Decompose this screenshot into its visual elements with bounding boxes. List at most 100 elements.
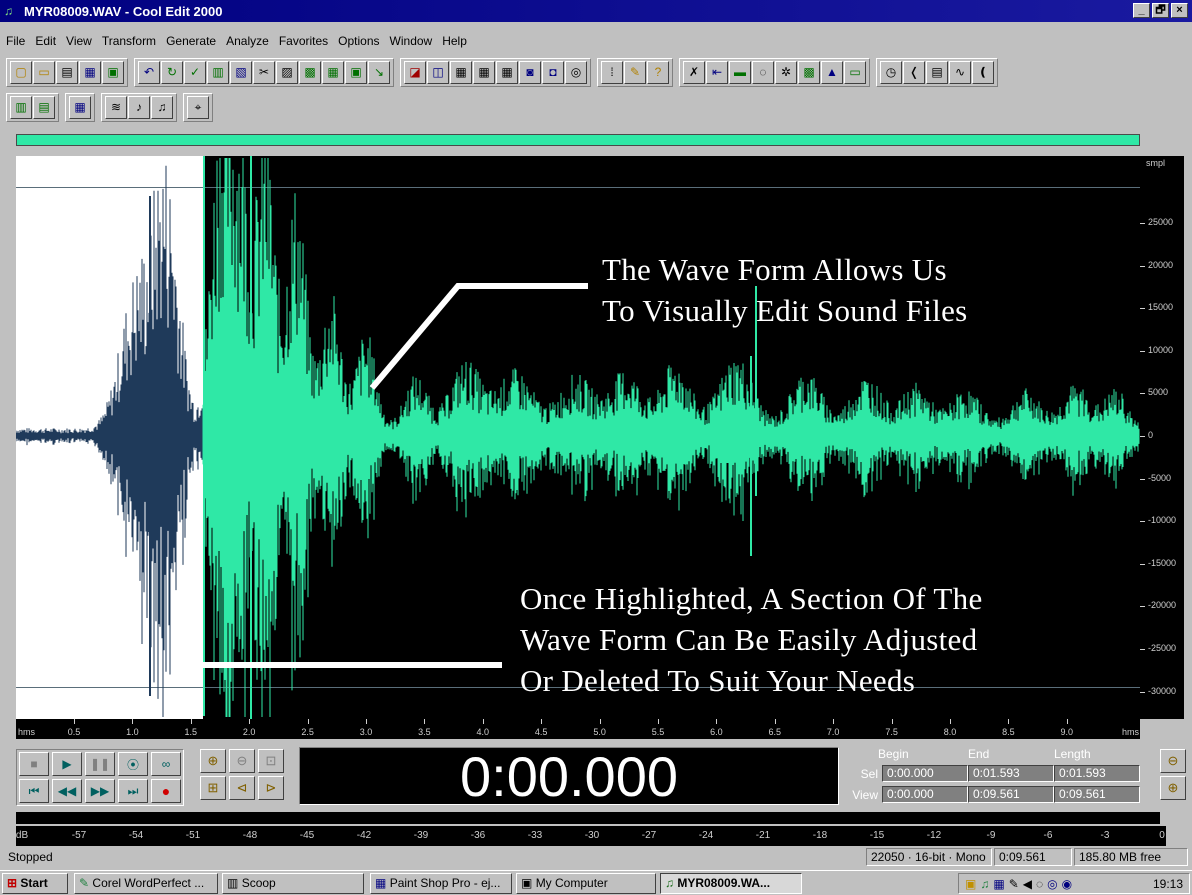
amplitude-tick: [1140, 393, 1145, 395]
time-tick-label: 3.5: [418, 727, 431, 737]
db-tick-label: -57: [71, 830, 87, 841]
amplitude-tick-label: -20000: [1148, 600, 1177, 611]
go-to-start-button[interactable]: ⏮: [19, 779, 49, 803]
amplitude-tick: [1140, 223, 1145, 224]
view-length-field[interactable]: 0:09.561: [1054, 786, 1140, 803]
zoom-out-icon[interactable]: ⊖: [229, 749, 255, 773]
time-tick-label: 1.5: [184, 727, 198, 737]
task-corel-wordperfect[interactable]: ✎ Corel WordPerfect ...: [74, 873, 218, 894]
amplitude-tick: [1140, 308, 1145, 310]
time-tick: [1008, 719, 1010, 724]
bottom-annotation-line-1: Once Highlighted, A Section Of The: [520, 581, 983, 616]
amplitude-tick: [1140, 521, 1145, 523]
amplitude-unit-label: smpl: [1146, 158, 1166, 168]
amplitude-tick: [1140, 691, 1145, 693]
time-tick: [599, 719, 601, 724]
tray-icon-1[interactable]: ▣: [965, 877, 976, 891]
time-unit-right: hms: [1122, 727, 1140, 737]
time-tick-label: 1.0: [126, 727, 139, 737]
zoom-right-icon[interactable]: ⊳: [258, 776, 284, 800]
sel-length-field[interactable]: 0:01.593: [1054, 765, 1140, 782]
pause-button[interactable]: ❚❚: [85, 752, 115, 776]
taskbar-clock[interactable]: 19:13: [1153, 877, 1183, 891]
time-tick-label: 4.5: [534, 727, 548, 737]
time-tick-label: 0.5: [67, 727, 81, 737]
db-tick-label: -30: [584, 830, 600, 841]
vertical-zoom-in-icon[interactable]: ⊕: [1160, 776, 1186, 800]
record-button[interactable]: ●: [151, 779, 181, 803]
amplitude-ruler[interactable]: smpl 25000 20000 15000 10000 5000 0 -5000 -1000…: [1140, 156, 1184, 719]
task-cool-edit[interactable]: ♫ MYR08009.WA...: [660, 873, 802, 894]
db-tick-label: -36: [470, 830, 486, 841]
zoom-full-icon[interactable]: ⊡: [258, 749, 284, 773]
db-tick-label: -54: [128, 830, 144, 841]
top-annotation-line-2: To Visually Edit Sound Files: [602, 293, 968, 328]
time-tick: [658, 719, 659, 724]
amplitude-tick-label: -5000: [1148, 472, 1172, 483]
time-ruler[interactable]: hms hms 0.5 1.0 1.5 2.0 2.5 3.0 3.5 4.0 4.5 5.0 5.…: [16, 719, 1140, 739]
volume-icon[interactable]: ◀: [1023, 877, 1032, 891]
db-tick-label: -42: [356, 830, 372, 841]
rewind-button[interactable]: ◀◀: [52, 779, 82, 803]
tray-icon-8[interactable]: ◉: [1062, 877, 1072, 891]
time-tick-label: 7.0: [826, 727, 840, 737]
view-begin-field[interactable]: 0:00.000: [882, 786, 968, 803]
time-tick: [716, 719, 718, 724]
my-computer-icon: ▣: [521, 876, 533, 890]
sel-begin-field[interactable]: 0:00.000: [882, 765, 968, 782]
loop-button[interactable]: ∞: [151, 752, 181, 776]
task-paint-shop-pro[interactable]: ▦ Paint Shop Pro - ej...: [370, 873, 512, 894]
tray-icon-6[interactable]: ◌: [1036, 877, 1043, 891]
tray-icon-2[interactable]: ♫: [980, 877, 989, 891]
amplitude-tick: [1140, 649, 1145, 650]
amplitude-tick-label: 25000: [1148, 217, 1174, 227]
free-space-status: 185.80 MB free: [1074, 848, 1188, 866]
sel-row-label: Sel: [860, 767, 878, 781]
time-tick: [74, 719, 75, 724]
play-button[interactable]: ▶: [52, 752, 82, 776]
begin-header: Begin: [878, 747, 909, 761]
start-button[interactable]: ⊞ Start: [2, 873, 68, 894]
time-tick: [249, 719, 251, 724]
time-tick-label: 2.0: [242, 727, 256, 737]
time-tick-label: 3.0: [359, 727, 373, 737]
taskbar: ⊞ Start ✎ Corel WordPerfect ... ▥ Scoop …: [0, 870, 1192, 895]
fast-forward-button[interactable]: ▶▶: [85, 779, 115, 803]
wordperfect-icon: ✎: [79, 876, 90, 890]
view-end-field[interactable]: 0:09.561: [968, 786, 1054, 803]
tray-icon-3[interactable]: ▦: [993, 877, 1004, 891]
stop-button[interactable]: ■: [19, 752, 49, 776]
play-to-end-button[interactable]: ⦿: [118, 752, 148, 776]
go-to-end-button[interactable]: ⏭: [118, 779, 148, 803]
zoom-selection-icon[interactable]: ⊞: [200, 776, 226, 800]
amplitude-tick-label: -30000: [1148, 685, 1177, 696]
system-tray: ▣ ♫ ▦ ✎ ◀ ◌ ◎ ◉ 19:13: [958, 873, 1190, 894]
db-tick-label: -45: [299, 830, 315, 841]
amplitude-tick: [1140, 265, 1145, 267]
tray-icon-7[interactable]: ◎: [1047, 877, 1057, 891]
time-tick: [891, 719, 893, 724]
task-label: Scoop: [241, 876, 276, 890]
scoop-icon: ▥: [227, 876, 239, 890]
bottom-annotation-line-2: Wave Form Can Be Easily Adjusted: [520, 622, 978, 657]
task-my-computer[interactable]: ▣ My Computer: [516, 873, 656, 894]
time-unit-left: hms: [18, 727, 36, 737]
time-tick: [366, 719, 367, 724]
amplitude-tick-label: 15000: [1148, 302, 1174, 313]
zoom-left-icon[interactable]: ⊲: [229, 776, 255, 800]
zoom-in-icon[interactable]: ⊕: [200, 749, 226, 773]
tray-icon-4[interactable]: ✎: [1009, 877, 1019, 891]
task-scoop[interactable]: ▥ Scoop: [222, 873, 364, 894]
db-tick-label: -21: [755, 830, 771, 841]
bottom-annotation-line-3: Or Deleted To Suit Your Needs: [520, 663, 916, 698]
amplitude-tick: [1140, 436, 1145, 437]
vertical-zoom-out-icon[interactable]: ⊖: [1160, 749, 1186, 773]
level-meter-scale[interactable]: dB -57 -54 -51 -48 -45 -42 -39 -36 -33 -30 -27 -24 -2…: [16, 826, 1166, 846]
top-annotation-line-1: The Wave Form Allows Us: [602, 252, 947, 287]
amplitude-tick-label: -10000: [1148, 515, 1177, 526]
format-status[interactable]: 22050 · 16-bit · Mono: [866, 848, 992, 866]
time-tick-label: 5.5: [651, 727, 665, 737]
sel-end-field[interactable]: 0:01.593: [968, 765, 1054, 782]
db-tick-label: -24: [698, 830, 714, 841]
paint-shop-pro-icon: ▦: [375, 876, 387, 890]
